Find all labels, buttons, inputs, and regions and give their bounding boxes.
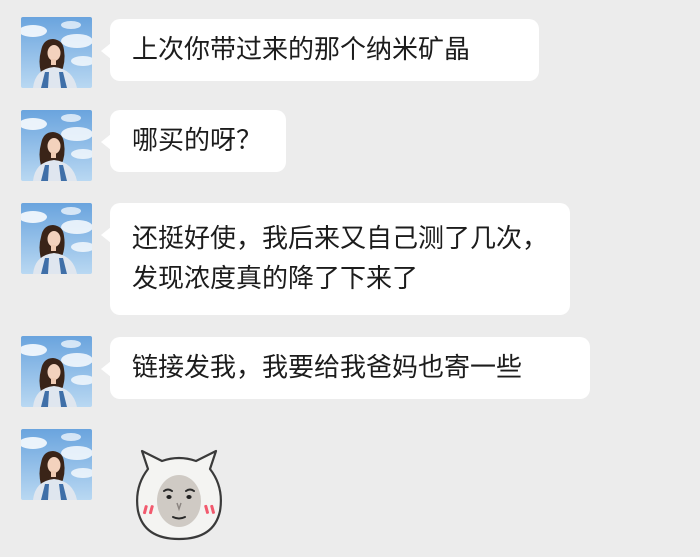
sticker-message[interactable] — [128, 447, 230, 543]
message-bubble[interactable]: 哪买的呀？ — [101, 110, 286, 172]
message-bubble[interactable]: 上次你带过来的那个纳米矿晶 — [101, 19, 539, 81]
friend-avatar[interactable] — [21, 429, 92, 500]
shy-blushing-face-sticker — [136, 449, 222, 541]
message-text: 上次你带过来的那个纳米矿晶 — [132, 35, 471, 65]
friend-avatar[interactable] — [21, 110, 92, 181]
message-bubble[interactable]: 链接发我，我要给我爸妈也寄一些 — [101, 337, 590, 399]
woman-sky-avatar-icon — [21, 203, 92, 274]
friend-avatar[interactable] — [21, 203, 92, 274]
woman-sky-avatar-icon — [21, 336, 92, 407]
message-text: 链接发我，我要给我爸妈也寄一些 — [132, 353, 523, 383]
friend-avatar[interactable] — [21, 336, 92, 407]
woman-sky-avatar-icon — [21, 110, 92, 181]
message-text: 还挺好使，我后来又自己测了几次，发现浓度真的降了下来了 — [132, 224, 549, 294]
woman-sky-avatar-icon — [21, 17, 92, 88]
message-bubble[interactable]: 还挺好使，我后来又自己测了几次，发现浓度真的降了下来了 — [101, 203, 570, 315]
message-text: 哪买的呀？ — [132, 126, 263, 156]
woman-sky-avatar-icon — [21, 429, 92, 500]
friend-avatar[interactable] — [21, 17, 92, 88]
